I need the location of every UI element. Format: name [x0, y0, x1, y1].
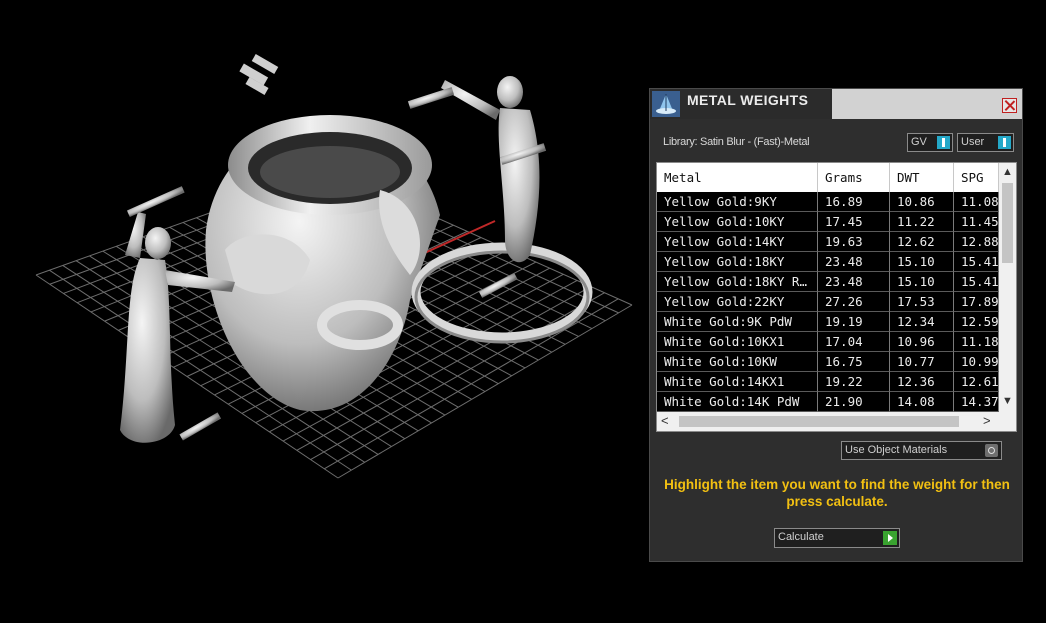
panel-titlebar[interactable]: METAL WEIGHTS	[650, 89, 1022, 119]
cell-dwt: 11.22	[890, 212, 954, 232]
user-toggle[interactable]: User	[957, 133, 1014, 152]
table-row[interactable]: White Gold:14K PdW 21.90 14.08 14.37	[657, 392, 999, 412]
scroll-down-icon[interactable]: ▼	[1001, 395, 1014, 409]
calculate-button[interactable]: Calculate	[774, 528, 900, 548]
cell-dwt: 12.62	[890, 232, 954, 252]
cell-metal: White Gold:14KX1	[657, 372, 818, 392]
user-toggle-icon	[998, 136, 1011, 149]
small-ring-model	[411, 242, 593, 344]
close-button[interactable]	[1002, 98, 1017, 113]
table-row[interactable]: Yellow Gold:9KY 16.89 10.86 11.08	[657, 192, 999, 212]
cell-spg: 10.99	[954, 352, 999, 372]
vertical-scroll-thumb[interactable]	[1002, 183, 1013, 263]
cell-dwt: 10.96	[890, 332, 954, 352]
cell-spg: 11.18	[954, 332, 999, 352]
horizontal-scroll-thumb[interactable]	[679, 416, 959, 427]
cell-dwt: 14.08	[890, 392, 954, 412]
cell-metal: Yellow Gold:18KY R…	[657, 272, 818, 292]
cell-grams: 23.48	[818, 272, 890, 292]
scroll-left-icon[interactable]: <	[661, 413, 669, 428]
column-header-metal[interactable]: Metal	[657, 163, 818, 192]
panel-title-tab: METAL WEIGHTS	[650, 89, 832, 119]
cell-grams: 19.19	[818, 312, 890, 332]
cell-metal: Yellow Gold:18KY	[657, 252, 818, 272]
table-row[interactable]: White Gold:10KW 16.75 10.77 10.99	[657, 352, 999, 372]
cell-dwt: 12.36	[890, 372, 954, 392]
table-row[interactable]: White Gold:14KX1 19.22 12.36 12.61	[657, 372, 999, 392]
cell-metal: Yellow Gold:9KY	[657, 192, 818, 212]
cell-metal: Yellow Gold:14KY	[657, 232, 818, 252]
cell-dwt: 17.53	[890, 292, 954, 312]
horizontal-scrollbar[interactable]: < >	[657, 412, 1016, 431]
table-row[interactable]: Yellow Gold:14KY 19.63 12.62 12.88	[657, 232, 999, 252]
cell-grams: 23.48	[818, 252, 890, 272]
cell-dwt: 15.10	[890, 252, 954, 272]
metal-weights-icon	[652, 91, 680, 117]
cell-spg: 12.59	[954, 312, 999, 332]
use-object-materials-label: Use Object Materials	[845, 444, 948, 456]
gv-label: GV	[911, 136, 927, 148]
cell-grams: 19.22	[818, 372, 890, 392]
play-icon	[883, 531, 897, 545]
cell-spg: 12.61	[954, 372, 999, 392]
cell-grams: 21.90	[818, 392, 890, 412]
cell-grams: 27.26	[818, 292, 890, 312]
cell-metal: White Gold:14K PdW	[657, 392, 818, 412]
cell-dwt: 10.77	[890, 352, 954, 372]
library-label: Library: Satin Blur - (Fast)-Metal	[663, 136, 810, 148]
vertical-scrollbar[interactable]: ▲ ▼	[999, 163, 1016, 412]
cell-metal: White Gold:10KX1	[657, 332, 818, 352]
user-label: User	[961, 136, 985, 148]
cell-spg: 15.41	[954, 272, 999, 292]
cell-spg: 17.89	[954, 292, 999, 312]
gv-toggle-icon	[937, 136, 950, 149]
table-row[interactable]: Yellow Gold:18KY R… 23.48 15.10 15.41	[657, 272, 999, 292]
column-header-grams[interactable]: Grams	[818, 163, 890, 192]
calculate-label: Calculate	[778, 531, 824, 543]
metal-weights-panel: METAL WEIGHTS Library: Satin Blur - (Fas…	[649, 88, 1023, 562]
cell-spg: 12.88	[954, 232, 999, 252]
scroll-right-icon[interactable]: >	[983, 413, 991, 428]
table-row[interactable]: Yellow Gold:18KY 23.48 15.10 15.41	[657, 252, 999, 272]
viewport-3d[interactable]	[0, 0, 640, 623]
table-row[interactable]: White Gold:10KX1 17.04 10.96 11.18	[657, 332, 999, 352]
cell-dwt: 15.10	[890, 272, 954, 292]
hint-text: Highlight the item you want to find the …	[664, 477, 1010, 509]
table-row[interactable]: Yellow Gold:22KY 27.26 17.53 17.89	[657, 292, 999, 312]
cell-dwt: 12.34	[890, 312, 954, 332]
metal-table: Metal Grams DWT SPG Yellow Gold:9KY 16.89…	[656, 162, 1017, 432]
cell-metal: Yellow Gold:10KY	[657, 212, 818, 232]
cell-grams: 19.63	[818, 232, 890, 252]
cell-metal: Yellow Gold:22KY	[657, 292, 818, 312]
cell-grams: 16.89	[818, 192, 890, 212]
cell-metal: White Gold:10KW	[657, 352, 818, 372]
floating-parts-model	[239, 54, 279, 95]
table-body: Yellow Gold:9KY 16.89 10.86 11.08 Yellow Gol…	[657, 192, 999, 412]
gv-toggle[interactable]: GV	[907, 133, 953, 152]
panel-title: METAL WEIGHTS	[687, 92, 809, 108]
table-row[interactable]: White Gold:9K PdW 19.19 12.34 12.59	[657, 312, 999, 332]
column-header-dwt[interactable]: DWT	[890, 163, 954, 192]
cell-spg: 11.45	[954, 212, 999, 232]
cell-grams: 17.45	[818, 212, 890, 232]
cell-spg: 15.41	[954, 252, 999, 272]
table-row[interactable]: Yellow Gold:10KY 17.45 11.22 11.45	[657, 212, 999, 232]
column-header-spg[interactable]: SPG	[954, 163, 999, 192]
use-object-materials-toggle[interactable]: Use Object Materials	[841, 441, 1002, 460]
cell-grams: 17.04	[818, 332, 890, 352]
cell-spg: 14.37	[954, 392, 999, 412]
scroll-up-icon[interactable]: ▲	[1001, 166, 1014, 180]
cell-spg: 11.08	[954, 192, 999, 212]
toggle-circle-icon	[985, 444, 998, 457]
cell-metal: White Gold:9K PdW	[657, 312, 818, 332]
table-header: Metal Grams DWT SPG	[657, 163, 999, 193]
cell-grams: 16.75	[818, 352, 890, 372]
cell-dwt: 10.86	[890, 192, 954, 212]
